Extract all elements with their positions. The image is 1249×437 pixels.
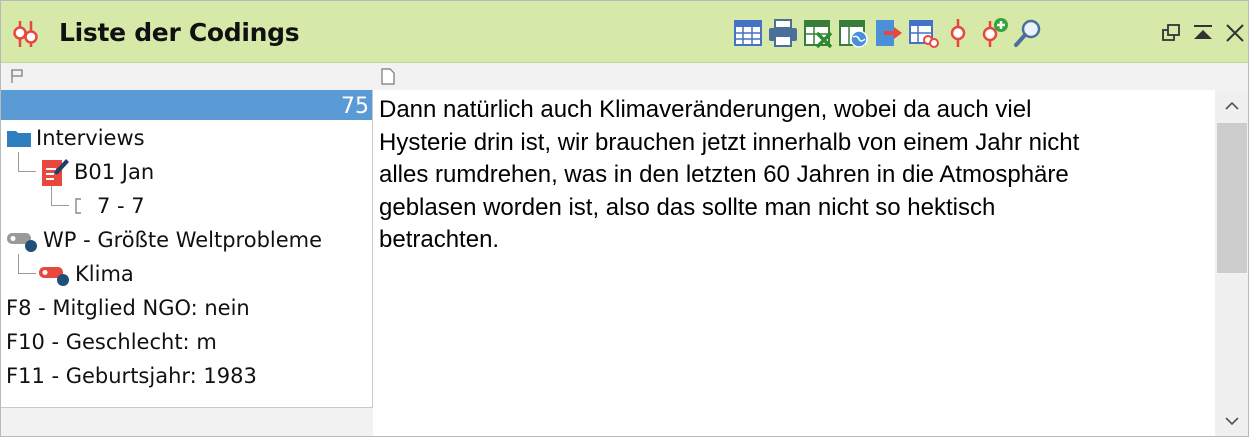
chevron-up-icon [1224,101,1239,110]
tree-item-label: 7 - 7 [97,194,145,218]
table-codings-button[interactable] [905,15,940,51]
variable-label: F11 - Geburtsjahr: 1983 [6,364,257,388]
tree-item-label: B01 Jan [74,160,155,184]
tree-item-segment[interactable]: 7 - 7 [1,189,372,223]
title-bar: Liste der Codings [1,1,1248,63]
toolbar [730,15,1045,51]
web-export-icon [838,20,868,48]
preview-panel-header [373,63,1248,90]
search-button[interactable] [1010,15,1045,51]
tree-panel-header [1,63,373,90]
table-codings-icon [908,20,939,48]
tree-item-document[interactable]: B01 Jan [1,155,372,189]
segment-text: Dann natürlich auch Klimaveränderungen, … [379,94,1209,257]
vertical-scrollbar[interactable] [1215,90,1248,436]
table-view-button[interactable] [730,15,765,51]
coding-tree-panel: 75 Interviews B01 Jan 7 - 7 WP - Größte … [1,63,373,436]
code-tag-icon [7,233,37,252]
variable-row: F8 - Mitglied NGO: nein [1,291,372,325]
export-document-button[interactable] [870,15,905,51]
variable-row: F10 - Geschlecht: m [1,325,372,359]
add-coding-button[interactable] [975,15,1010,51]
text-document-icon [42,159,69,186]
excel-export-icon [803,20,832,49]
coding-icon [950,19,965,47]
tree-item-label: WP - Größte Weltprobleme [43,228,323,252]
coding-add-icon [982,18,1008,47]
flag-icon [11,69,23,83]
undock-icon[interactable] [1159,21,1183,45]
variable-label: F10 - Geschlecht: m [6,330,217,354]
coding-tree: 75 Interviews B01 Jan 7 - 7 WP - Größte … [1,90,373,408]
selected-coding-row[interactable]: 75 [1,90,372,120]
coding-list-window: Liste der Codings 75 Interviews B01 Jan … [0,0,1249,437]
text-line: betrachten. [379,226,500,253]
tree-item-label: Klima [75,262,134,286]
chevron-down-icon [1224,417,1239,426]
segment-preview-panel: Dann natürlich auch Klimaveränderungen, … [373,63,1248,436]
text-line: geblasen worden ist, also das sollte man… [379,193,996,221]
scroll-up-button[interactable] [1215,90,1248,122]
coding-count: 75 [341,94,369,119]
window-title: Liste der Codings [59,18,300,47]
tree-item-code-child[interactable]: Klima [1,257,372,291]
tree-item-label: Interviews [36,126,145,150]
segment-bracket-icon [75,198,81,214]
scrollbar-thumb[interactable] [1217,123,1247,273]
folder-icon [7,131,31,147]
variable-label: F8 - Mitglied NGO: nein [6,296,250,320]
tree-item-document-group[interactable]: Interviews [1,121,372,155]
search-icon [1013,19,1040,47]
variable-row: F11 - Geburtsjahr: 1983 [1,359,372,393]
close-icon[interactable] [1223,21,1247,45]
coding-button[interactable] [940,15,975,51]
document-export-icon [875,20,902,46]
export-html-button[interactable] [835,15,870,51]
collapse-icon[interactable] [1191,21,1215,45]
document-icon [381,68,395,85]
export-excel-button[interactable] [800,15,835,51]
print-button[interactable] [765,15,800,51]
text-line: alles rumdrehen, was in den letzten 60 J… [379,161,1069,188]
tree-item-code-parent[interactable]: WP - Größte Weltprobleme [1,223,372,257]
coding-icon [13,21,38,47]
scroll-down-button[interactable] [1215,405,1248,436]
text-line: Hysterie drin ist, wir brauchen jetzt in… [379,128,1080,156]
table-icon [733,20,762,46]
text-line: Dann natürlich auch Klimaveränderungen, … [379,96,1032,123]
code-tag-icon [39,267,69,286]
printer-icon [768,19,797,47]
